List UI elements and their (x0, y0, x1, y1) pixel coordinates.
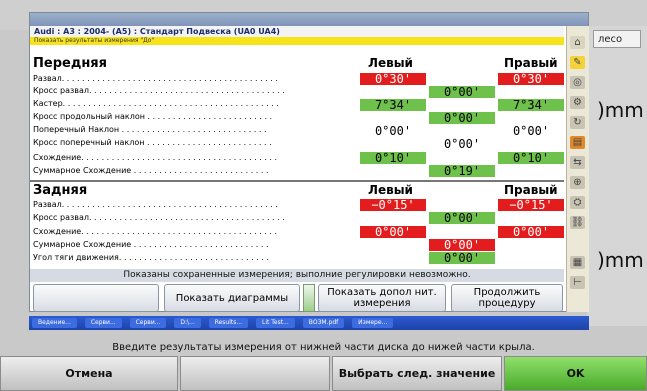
dialog-titlebar (30, 13, 588, 26)
front-row-camber: Развал. . . . . . . . . . . . . . . . . … (30, 73, 564, 84)
row-label: Кросс поперечный наклон . . . . . . . . … (33, 138, 272, 147)
row-label: Кросс развал. . . . . . . . . . . . . . … (33, 86, 285, 95)
rear-camber-left: −0°15' (360, 199, 426, 211)
front-caster-right: 7°34' (498, 99, 564, 111)
front-cross-camber: 0°00' (429, 86, 495, 98)
rear-cross-camber: 0°00' (429, 212, 495, 224)
background-tab[interactable]: лесо (593, 30, 641, 48)
row-label: Схождение. . . . . . . . . . . . . . . .… (33, 153, 278, 162)
taskbar-item[interactable]: Измере... (352, 318, 394, 328)
gear-icon[interactable]: ⚙ (570, 96, 585, 109)
show-extra-measurements-button[interactable]: Показать допол нит. измерения (318, 284, 446, 312)
instruction-text: Введите результаты измерения от нижней ч… (0, 341, 647, 355)
blank-bottom-button[interactable] (180, 356, 330, 391)
front-cross-caster: 0°00' (429, 112, 495, 124)
link-icon[interactable]: ⛓ (570, 216, 585, 229)
continue-procedure-button[interactable]: Продолжить процедуру (451, 284, 563, 312)
rear-camber-right: −0°15' (498, 199, 564, 211)
taskbar-item[interactable]: ВОЗМ.pdf (302, 318, 345, 328)
section-divider (30, 180, 564, 182)
rear-total-toe: 0°00' (429, 239, 495, 251)
steering-icon[interactable]: ⊕ (570, 176, 585, 189)
row-label: Кастер. . . . . . . . . . . . . . . . . … (33, 99, 279, 108)
car-icon[interactable]: ⛭ (570, 196, 585, 209)
front-sai-left: 0°00' (374, 124, 412, 138)
rear-right-header: Правый (504, 183, 558, 197)
rear-thrust-angle: 0°00' (429, 252, 495, 264)
front-cross-sai: 0°00' (443, 137, 481, 151)
pencil-icon[interactable]: ✎ (570, 56, 585, 69)
taskbar-item[interactable]: Ведение... (32, 318, 77, 328)
rear-heading: Задняя (33, 183, 88, 198)
rear-row-toe: Схождение. . . . . . . . . . . . . . . .… (30, 226, 564, 237)
front-toe-right: 0°10' (498, 152, 564, 164)
vehicle-info: Audi : A3 : 2004- (A5) : Стандарт Подвес… (30, 26, 564, 37)
status-message: Показаны сохраненные измерения; выполние… (30, 269, 564, 282)
row-label: Схождение. . . . . . . . . . . . . . . .… (33, 227, 278, 236)
front-toe-left: 0°10' (360, 152, 426, 164)
rear-toe-left: 0°00' (360, 226, 426, 238)
front-sai-right: 0°00' (512, 124, 550, 138)
background-unit-front: )mm (597, 98, 644, 122)
taskbar-item[interactable]: Lit Test... (256, 318, 295, 328)
background-unit-rear: )mm (597, 248, 644, 272)
front-left-header: Левый (368, 56, 413, 70)
background-panel: лесо )mm )mm (587, 26, 647, 326)
arrow-icon[interactable]: ⇆ (570, 156, 585, 169)
select-next-button[interactable]: Выбрать след. значение (332, 356, 502, 391)
row-label: Суммарное Схождение . . . . . . . . . . … (33, 166, 269, 175)
before-notice: Показать результаты измерения "До" (30, 37, 564, 45)
ok-button[interactable]: OK (504, 356, 647, 391)
measurement-dialog: Audi : A3 : 2004- (A5) : Стандарт Подвес… (29, 12, 589, 312)
front-right-header: Правый (504, 56, 558, 70)
taskbar-item[interactable]: D:\... (174, 318, 201, 328)
front-row-caster: Кастер. . . . . . . . . . . . . . . . . … (30, 98, 564, 109)
front-heading: Передняя (33, 56, 107, 71)
tool-strip: ⌂ ✎ ◎ ⚙ ↻ ▤ ⇆ ⊕ ⛭ ⛓ ▦ ⊢ (566, 26, 589, 312)
lock-icon[interactable]: ⌂ (570, 36, 585, 49)
blank-button[interactable] (33, 284, 159, 312)
taskbar: Ведение... Серви... Серви... D:\... Resu… (29, 316, 589, 330)
scroll-icon[interactable] (303, 284, 315, 312)
row-label: Развал. . . . . . . . . . . . . . . . . … (33, 74, 278, 83)
row-label: Суммарное Схождение . . . . . . . . . . … (33, 240, 269, 249)
taskbar-item[interactable]: Results... (208, 318, 249, 328)
row-label: Кросс продольный наклон . . . . . . . . … (33, 112, 273, 121)
taskbar-item[interactable]: Серви... (84, 318, 122, 328)
wheel-icon[interactable]: ◎ (570, 76, 585, 89)
row-label: Поперечный Наклон . . . . . . . . . . . … (33, 125, 267, 134)
rear-left-header: Левый (368, 183, 413, 197)
turn-icon[interactable]: ↻ (570, 116, 585, 129)
rear-row-camber: Развал. . . . . . . . . . . . . . . . . … (30, 199, 564, 210)
row-label: Развал. . . . . . . . . . . . . . . . . … (33, 200, 278, 209)
front-row-sai: Поперечный Наклон . . . . . . . . . . . … (30, 124, 564, 135)
row-label: Угол тяги движения. . . . . . . . . . . … (33, 253, 269, 262)
cancel-button[interactable]: Отмена (0, 356, 178, 391)
grid-icon[interactable]: ▦ (570, 256, 585, 269)
front-caster-left: 7°34' (360, 99, 426, 111)
front-camber-right: 0°30' (498, 73, 564, 85)
rear-toe-right: 0°00' (498, 226, 564, 238)
row-label: Кросс развал. . . . . . . . . . . . . . … (33, 213, 285, 222)
front-camber-left: 0°30' (360, 73, 426, 85)
front-total-toe: 0°19' (429, 165, 495, 177)
show-charts-button[interactable]: Показать диаграммы (164, 284, 300, 312)
ruler-icon[interactable]: ⊢ (570, 276, 585, 289)
taskbar-item[interactable]: Серви... (129, 318, 167, 328)
chart-icon[interactable]: ▤ (570, 136, 585, 149)
front-row-toe: Схождение. . . . . . . . . . . . . . . .… (30, 152, 564, 163)
